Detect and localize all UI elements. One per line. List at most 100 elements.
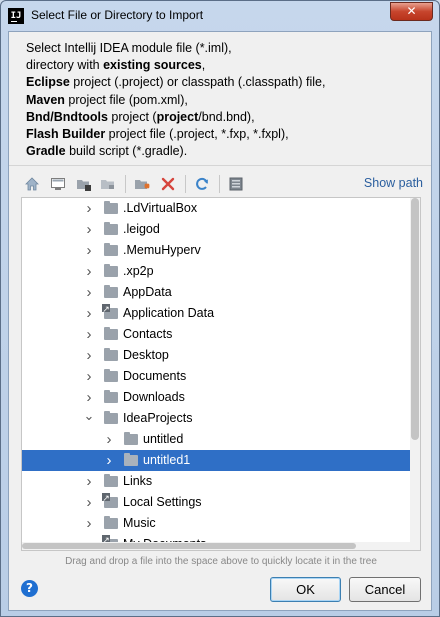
folder-icon	[104, 348, 118, 361]
chevron-right-icon[interactable]: ›	[82, 198, 96, 219]
folder-icon	[124, 432, 138, 445]
delete-icon[interactable]	[159, 175, 177, 193]
description-keyword: existing sources	[103, 58, 202, 73]
tree-row-label: Downloads	[123, 390, 185, 404]
folder-icon	[124, 453, 138, 466]
description-keyword: project	[156, 109, 199, 124]
toolbar-separator	[219, 175, 220, 193]
vertical-scrollbar[interactable]	[410, 198, 420, 550]
tree-row[interactable]: › .xp2p	[22, 261, 410, 282]
description-line: Flash Builder project file (.project, *.…	[26, 126, 426, 143]
chevron-right-icon[interactable]: ›	[82, 261, 96, 282]
tree-row-label: .MemuHyperv	[123, 243, 201, 257]
description-keyword: Maven	[26, 92, 65, 107]
description-text: project (	[107, 109, 157, 124]
tree-row[interactable]: › Downloads	[22, 387, 410, 408]
tree-row-label: IdeaProjects	[123, 411, 193, 425]
tree-row[interactable]: › Local Settings	[22, 492, 410, 513]
tree-row-label: .leigod	[123, 222, 160, 236]
new-folder-icon[interactable]	[133, 175, 151, 193]
dialog-content: Select Intellij IDEA module file (*.iml)…	[8, 31, 432, 611]
description-text: build script (*.gradle).	[65, 144, 188, 159]
horizontal-scrollbar[interactable]	[22, 542, 410, 550]
description-line: Select Intellij IDEA module file (*.iml)…	[26, 40, 426, 57]
description-text: ,	[201, 58, 206, 73]
cancel-button[interactable]: Cancel	[349, 577, 421, 602]
drag-drop-hint: Drag and drop a file into the space abov…	[65, 556, 377, 567]
folder-link-icon	[102, 304, 118, 319]
chevron-right-icon[interactable]: ›	[82, 366, 96, 387]
tree-row-label: Desktop	[123, 348, 169, 362]
toggle-hidden-icon[interactable]	[227, 175, 245, 193]
description-text: directory with	[26, 58, 104, 73]
folder-icon	[104, 411, 118, 424]
home-icon[interactable]	[23, 175, 41, 193]
description-text: project file (.project, *.fxp, *.fxpl),	[105, 127, 289, 142]
tree-row-label: .LdVirtualBox	[123, 201, 198, 215]
tree-row-label: Documents	[123, 369, 187, 383]
tree-row[interactable]: › Desktop	[22, 345, 410, 366]
description-line: Eclipse project (.project) or classpath …	[26, 74, 426, 91]
description-text: project (.project) or classpath (.classp…	[69, 75, 326, 90]
ok-button[interactable]: OK	[270, 577, 341, 602]
tree-row[interactable]: › .MemuHyperv	[22, 240, 410, 261]
chevron-right-icon[interactable]: ›	[82, 303, 96, 324]
import-description: Select Intellij IDEA module file (*.iml)…	[26, 40, 426, 160]
tree-row[interactable]: › .leigod	[22, 219, 410, 240]
description-text: Select Intellij IDEA module file (*.iml)…	[26, 41, 232, 55]
help-button[interactable]: ?	[21, 580, 38, 597]
tree-row[interactable]: › Contacts	[22, 324, 410, 345]
horizontal-scrollbar-thumb[interactable]	[22, 543, 356, 549]
description-keyword: Flash Builder	[26, 127, 106, 142]
desktop-icon[interactable]	[49, 175, 67, 193]
window-title: Select File or Directory to Import	[31, 8, 204, 22]
chevron-down-icon[interactable]: ⌄	[82, 408, 96, 429]
chevron-right-icon[interactable]: ›	[82, 387, 96, 408]
tree-row[interactable]: › .LdVirtualBox	[22, 198, 410, 219]
chevron-right-icon[interactable]: ›	[102, 450, 116, 471]
toolbar-separator	[125, 175, 126, 193]
module-folder-icon[interactable]	[99, 175, 117, 193]
tree-row[interactable]: › Application Data	[22, 303, 410, 324]
intellij-app-icon: IJ	[8, 8, 24, 24]
tree-row[interactable]: › untitled1	[22, 450, 410, 471]
toolbar-separator	[185, 175, 186, 193]
close-button[interactable]: ✕	[390, 2, 433, 21]
chevron-right-icon[interactable]: ›	[82, 219, 96, 240]
tree-row[interactable]: › Documents	[22, 366, 410, 387]
project-folder-icon[interactable]	[75, 175, 93, 193]
tree-row[interactable]: › Links	[22, 471, 410, 492]
tree-row[interactable]: › AppData	[22, 282, 410, 303]
description-text: /bnd.bnd),	[198, 109, 255, 124]
chevron-right-icon[interactable]: ›	[82, 324, 96, 345]
description-line: Maven project file (pom.xml),	[26, 92, 426, 109]
chevron-right-icon[interactable]: ›	[82, 345, 96, 366]
chevron-right-icon[interactable]: ›	[82, 492, 96, 513]
tree-row[interactable]: ⌄ IdeaProjects	[22, 408, 410, 429]
directory-tree[interactable]: ›My Documents›Music›Local Settings›Links…	[21, 197, 421, 551]
description-keyword: Eclipse	[26, 75, 70, 90]
tree-row[interactable]: › untitled	[22, 429, 410, 450]
chevron-right-icon[interactable]: ›	[82, 240, 96, 261]
refresh-icon[interactable]	[193, 175, 211, 193]
tree-row-label: untitled	[143, 432, 184, 446]
folder-icon	[104, 369, 118, 382]
tree-row-label: Links	[123, 474, 153, 488]
description-keyword: Gradle	[26, 144, 66, 159]
chevron-right-icon[interactable]: ›	[82, 513, 96, 534]
chevron-right-icon[interactable]: ›	[82, 471, 96, 492]
folder-icon	[104, 264, 118, 277]
tree-row-label: Application Data	[123, 306, 215, 320]
tree-row-label: Contacts	[123, 327, 173, 341]
folder-icon	[104, 390, 118, 403]
chevron-right-icon[interactable]: ›	[82, 282, 96, 303]
tree-row-label: Local Settings	[123, 495, 202, 509]
vertical-scrollbar-thumb[interactable]	[411, 198, 419, 440]
folder-icon	[104, 243, 118, 256]
tree-row[interactable]: › Music	[22, 513, 410, 534]
description-text: project file (pom.xml),	[64, 92, 188, 107]
tree-row-label: AppData	[123, 285, 172, 299]
title-bar[interactable]: IJ Select File or Directory to Import ✕	[1, 1, 439, 31]
chevron-right-icon[interactable]: ›	[102, 429, 116, 450]
show-path-link[interactable]: Show path	[364, 176, 423, 190]
